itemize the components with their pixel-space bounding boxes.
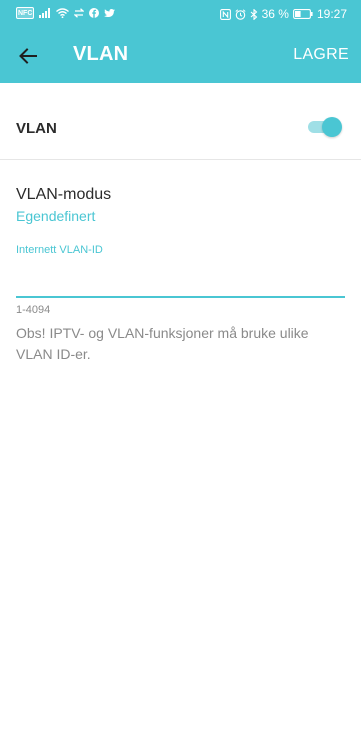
vlan-mode-label: VLAN-modus (16, 186, 112, 203)
signal-icon (39, 7, 51, 19)
vlan-toggle-row: VLAN (0, 83, 361, 160)
internet-vlan-id-label: Internett VLAN-ID (16, 244, 103, 256)
clock: 19:27 (316, 7, 347, 21)
arrow-left-icon (19, 48, 37, 64)
twitter-icon (104, 7, 116, 19)
vlan-toggle-switch[interactable] (308, 116, 344, 138)
vlan-mode-value: Egendefinert (16, 208, 96, 224)
battery-percent: 36 % (261, 7, 289, 21)
page-title: VLAN (73, 43, 129, 65)
back-button[interactable] (10, 38, 46, 74)
wifi-icon (56, 7, 70, 19)
status-bar-right: 36 % 19:27 (219, 7, 347, 21)
battery-icon (293, 8, 313, 20)
facebook-icon (89, 7, 100, 19)
alarm-icon (235, 8, 246, 20)
vlan-toggle-label: VLAN (16, 120, 57, 137)
nfc-icon: NFC (16, 7, 35, 19)
info-note: Obs! IPTV- og VLAN-funksjoner må bruke u… (16, 325, 309, 362)
toggle-knob (322, 117, 342, 137)
status-bar-left: NFC (16, 7, 116, 19)
status-bar: NFC 36 % 19:27 (0, 0, 361, 28)
bluetooth-icon (250, 8, 258, 20)
app-header: NFC 36 % 19:27 VLAN LAGRE (0, 0, 361, 83)
vlan-id-range-hint: 1-4094 (16, 304, 51, 316)
nfc-n-icon (219, 8, 231, 20)
internet-vlan-id-field: Internett VLAN-ID 1-4094 (16, 244, 345, 316)
transfer-icon (74, 7, 85, 19)
vlan-mode-selector[interactable]: VLAN-modus Egendefinert (16, 186, 346, 224)
save-button[interactable]: LAGRE (293, 46, 349, 64)
app-bar: VLAN LAGRE (0, 28, 361, 83)
internet-vlan-id-input[interactable] (16, 270, 345, 298)
